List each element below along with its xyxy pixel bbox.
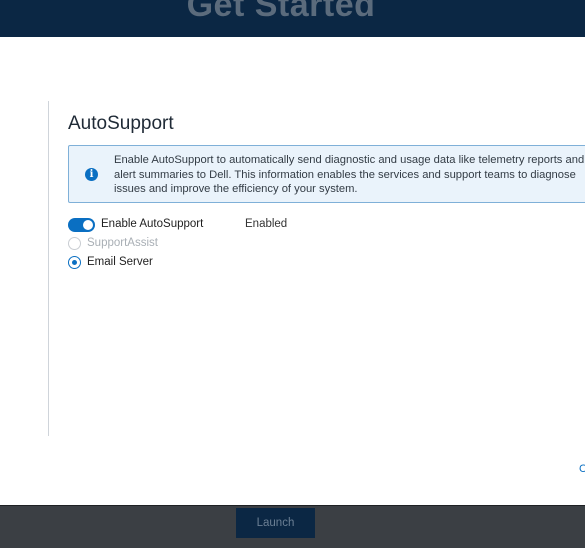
supportassist-label: SupportAssist xyxy=(87,237,158,249)
cancel-link[interactable]: C xyxy=(579,463,585,475)
info-banner: i Enable AutoSupport to automatically se… xyxy=(68,145,585,203)
section-divider xyxy=(48,101,49,436)
info-text: Enable AutoSupport to automatically send… xyxy=(114,154,585,195)
autosupport-dialog: AutoSupport i Enable AutoSupport to auto… xyxy=(0,37,585,505)
top-banner: Get Started xyxy=(0,0,585,37)
email-server-radio[interactable] xyxy=(68,256,81,269)
enable-autosupport-toggle[interactable] xyxy=(68,218,95,232)
banner-title: Get Started xyxy=(186,0,376,24)
info-icon: i xyxy=(85,168,98,181)
toggle-knob xyxy=(83,220,93,230)
enable-autosupport-label: Enable AutoSupport xyxy=(101,218,204,230)
supportassist-radio xyxy=(68,237,81,250)
launch-button[interactable]: Launch xyxy=(236,508,315,538)
toggle-status-text: Enabled xyxy=(245,218,288,230)
email-server-label: Email Server xyxy=(87,256,153,268)
section-title: AutoSupport xyxy=(68,113,174,134)
footer-bar: Launch xyxy=(0,505,585,548)
